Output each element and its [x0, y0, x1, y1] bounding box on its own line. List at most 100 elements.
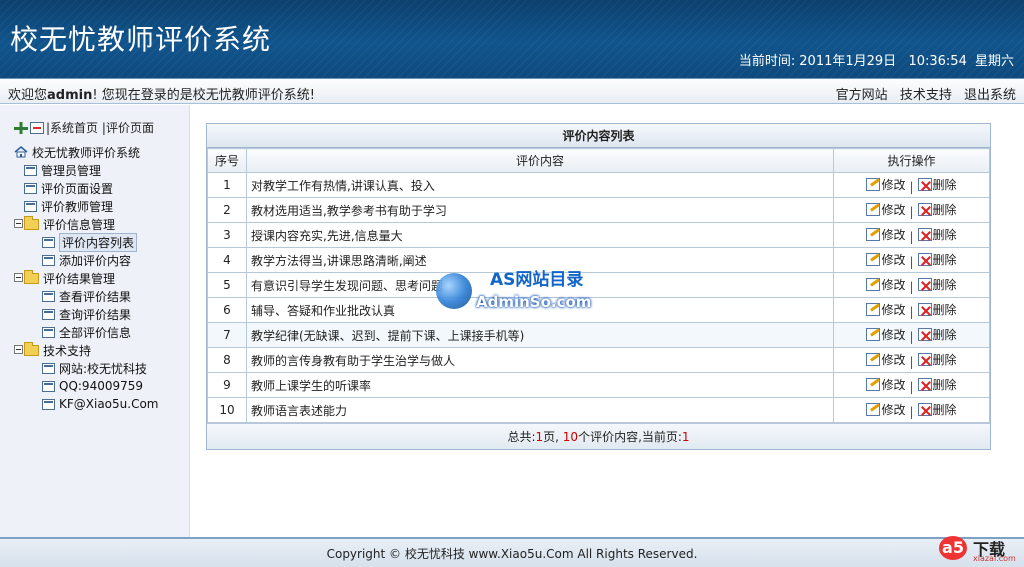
sidebar-item-label: 技术支持 [43, 343, 92, 358]
page-icon [42, 362, 55, 374]
edit-icon [866, 328, 881, 341]
delete-label: 删除 [932, 403, 957, 417]
folder-icon [24, 215, 39, 230]
content-list-panel: 评价内容列表 序号 评价内容 执行操作 1 对教学工作有热情,讲课认真、投入 修改 |… [206, 123, 991, 450]
row-no: 9 [207, 372, 247, 398]
sidebar-item-label: 评价教师管理 [41, 199, 114, 214]
edit-button[interactable]: 修改 [866, 326, 905, 343]
delete-button[interactable]: 删除 [917, 226, 957, 243]
sidebar-item[interactable]: 管理员管理 [14, 161, 159, 179]
expand-icon[interactable] [14, 121, 28, 134]
table-row: 6 辅导、答疑和作业批改认真 修改 | 删除 [207, 297, 990, 323]
delete-icon [917, 353, 932, 366]
row-no: 5 [207, 272, 247, 298]
sidebar-item-label: 查看评价结果 [59, 289, 132, 304]
sidebar-item[interactable]: 添加评价内容 [14, 251, 159, 269]
app-header: 校无忧教师评价系统 当前时间: 2011年1月29日 10:36:54 星期六 [0, 0, 1024, 78]
table-row: 3 授课内容充实,先进,信息量大 修改 | 删除 [207, 222, 990, 248]
delete-button[interactable]: 删除 [917, 351, 957, 368]
edit-icon [866, 203, 881, 216]
row-actions: 修改 | 删除 [833, 272, 990, 298]
row-actions: 修改 | 删除 [833, 297, 990, 323]
collapse-toggle-icon[interactable] [14, 273, 23, 282]
row-no: 7 [207, 322, 247, 348]
delete-button[interactable]: 删除 [917, 251, 957, 268]
app-title: 校无忧教师评价系统 [10, 23, 272, 56]
sidebar-item[interactable]: 评价结果管理 [14, 269, 159, 287]
sidebar-item[interactable]: 查看评价结果 [14, 287, 159, 305]
sidebar-item[interactable]: 评价内容列表 [14, 232, 159, 252]
edit-icon [866, 228, 881, 241]
collapse-toggle-icon[interactable] [14, 219, 23, 228]
page-icon [42, 326, 55, 338]
delete-button[interactable]: 删除 [917, 376, 957, 393]
delete-button[interactable]: 删除 [917, 201, 957, 218]
edit-button[interactable]: 修改 [866, 176, 905, 193]
edit-button[interactable]: 修改 [866, 251, 905, 268]
delete-button[interactable]: 删除 [917, 276, 957, 293]
page-icon [24, 200, 37, 212]
row-actions: 修改 | 删除 [833, 222, 990, 248]
delete-button[interactable]: 删除 [917, 301, 957, 318]
sidebar-item-label: 管理员管理 [41, 163, 102, 178]
clock-date: 2011年1月29日 [799, 54, 897, 69]
edit-button[interactable]: 修改 [866, 351, 905, 368]
sidebar-item[interactable]: 评价信息管理 [14, 215, 159, 233]
delete-button[interactable]: 删除 [917, 401, 957, 418]
items-unit: 个评价内容,当前页: [578, 430, 682, 444]
delete-button[interactable]: 删除 [917, 176, 957, 193]
edit-button[interactable]: 修改 [866, 226, 905, 243]
sidebar-home-link[interactable]: 系统首页 [50, 119, 98, 136]
delete-icon [917, 178, 932, 191]
sidebar-item[interactable]: KF@Xiao5u.Com [14, 395, 159, 413]
logout-link[interactable]: 退出系统 [964, 88, 1016, 103]
col-content: 评价内容 [246, 148, 834, 173]
sidebar-item[interactable]: 全部评价信息 [14, 323, 159, 341]
edit-icon [866, 278, 881, 291]
clock-time: 10:36:54 [908, 54, 967, 69]
edit-button[interactable]: 修改 [866, 201, 905, 218]
page-icon [24, 164, 37, 176]
collapse-icon[interactable] [30, 121, 44, 134]
delete-icon [917, 403, 932, 416]
tree-root[interactable]: 校无忧教师评价系统 [14, 143, 159, 161]
row-content: 教师上课学生的听课率 [246, 372, 834, 398]
action-separator: | [909, 280, 914, 294]
welcome-message: 欢迎您admin! 您现在登录的是校无忧教师评价系统! [8, 84, 315, 103]
edit-label: 修改 [881, 278, 906, 292]
edit-button[interactable]: 修改 [866, 376, 905, 393]
edit-icon [866, 178, 881, 191]
col-no: 序号 [207, 148, 247, 173]
collapse-toggle-icon[interactable] [14, 345, 23, 354]
row-actions: 修改 | 删除 [833, 372, 990, 398]
sidebar-item[interactable]: QQ:94009759 [14, 377, 159, 395]
edit-button[interactable]: 修改 [866, 276, 905, 293]
home-icon [14, 146, 28, 158]
edit-button[interactable]: 修改 [866, 301, 905, 318]
sidebar-item-label: QQ:94009759 [59, 379, 144, 393]
row-actions: 修改 | 删除 [833, 247, 990, 273]
action-separator: | [909, 255, 914, 269]
action-separator: | [909, 405, 914, 419]
sidebar-item[interactable]: 评价教师管理 [14, 197, 159, 215]
delete-button[interactable]: 删除 [917, 326, 957, 343]
sidebar-item-label: 全部评价信息 [59, 325, 132, 340]
edit-button[interactable]: 修改 [866, 401, 905, 418]
sidebar-item[interactable]: 网站:校无忧科技 [14, 359, 159, 377]
delete-label: 删除 [932, 228, 957, 242]
sidebar-evaluation-page-link[interactable]: 评价页面 [106, 119, 154, 136]
sidebar-item[interactable]: 查询评价结果 [14, 305, 159, 323]
official-site-link[interactable]: 官方网站 [836, 88, 888, 103]
sidebar-item-label: 添加评价内容 [59, 253, 132, 268]
username: admin [47, 88, 93, 103]
delete-icon [917, 253, 932, 266]
corner-logo-mark: a5 [939, 536, 967, 560]
tech-support-link[interactable]: 技术支持 [900, 88, 952, 103]
sidebar-item[interactable]: 技术支持 [14, 341, 159, 359]
sidebar-item[interactable]: 评价页面设置 [14, 179, 159, 197]
table-row: 2 教材选用适当,教学参考书有助于学习 修改 | 删除 [207, 197, 990, 223]
delete-icon [917, 203, 932, 216]
delete-icon [917, 378, 932, 391]
row-no: 8 [207, 347, 247, 373]
clock-weekday: 星期六 [974, 54, 1014, 69]
